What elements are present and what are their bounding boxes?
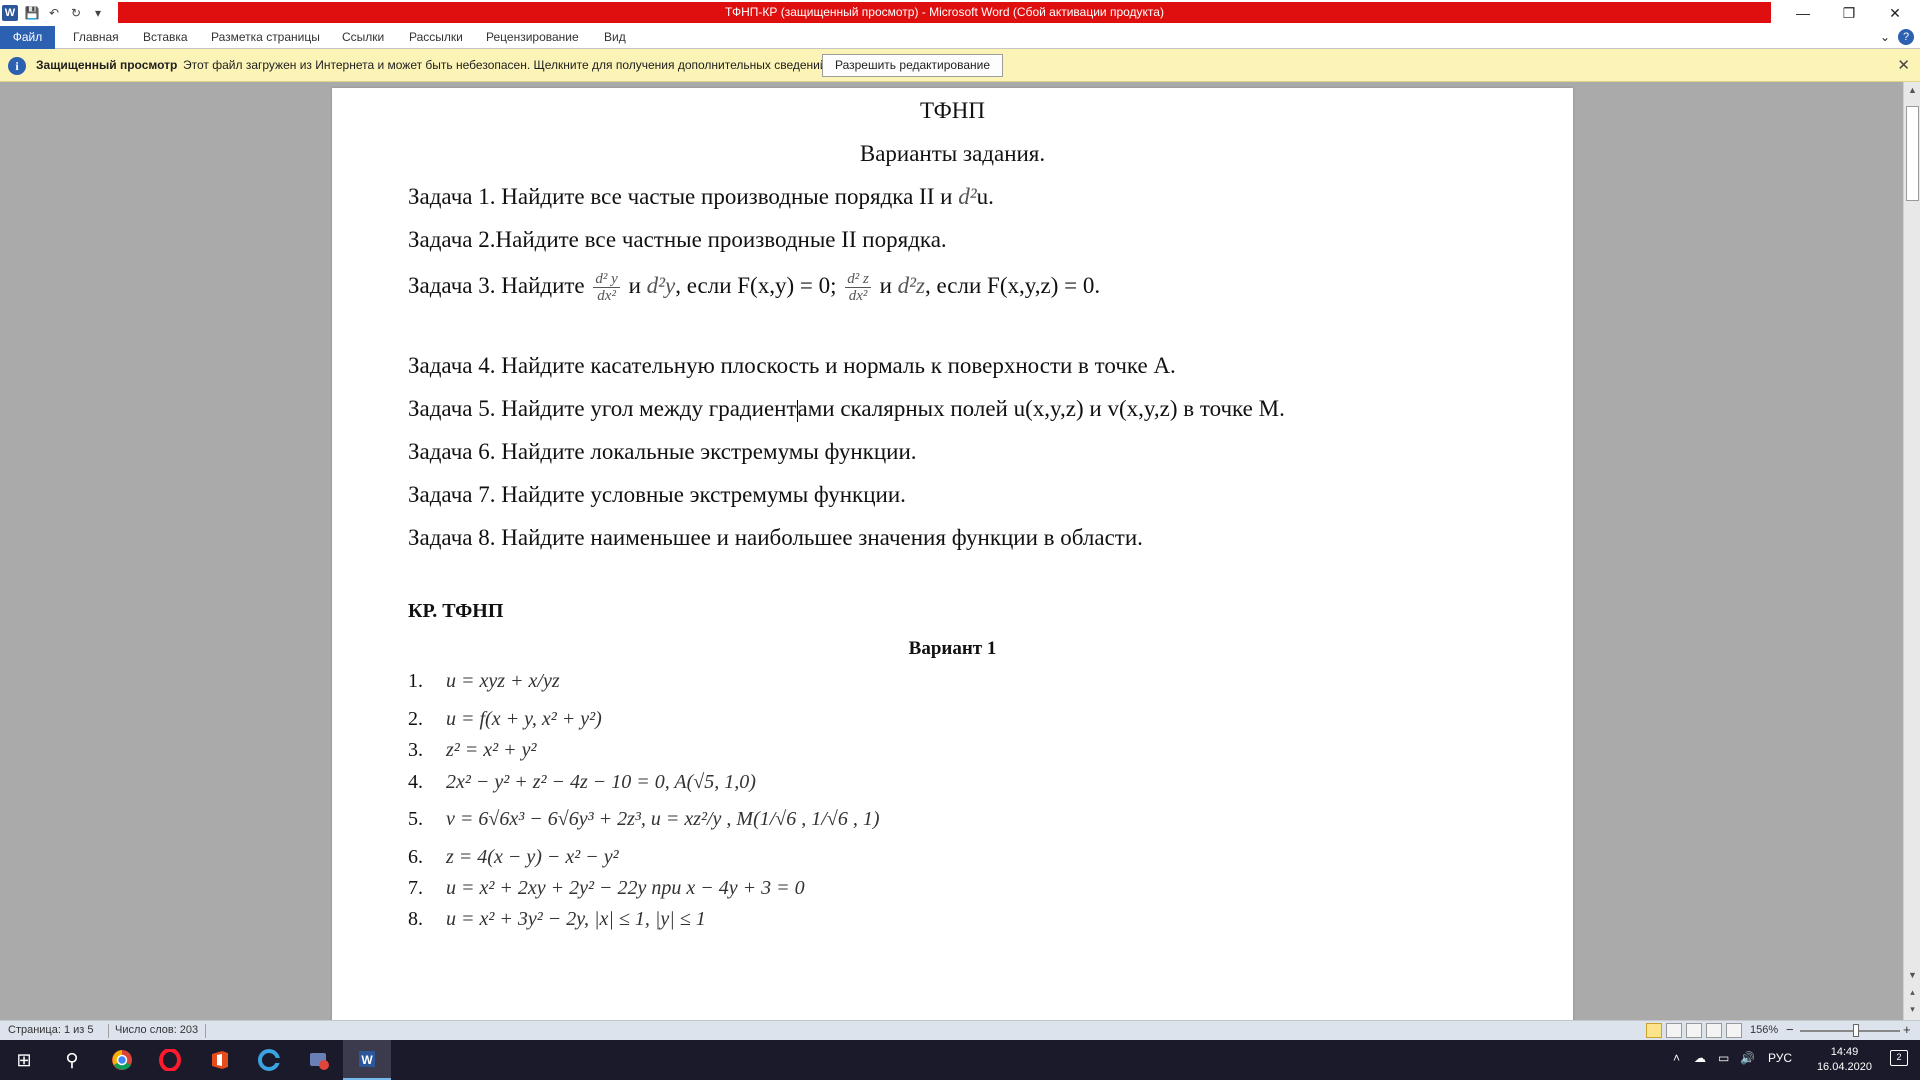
zoom-out-icon[interactable]: − [1786, 1022, 1794, 1037]
document-area[interactable]: ТФНП Варианты задания. Задача 1. Найдите… [0, 82, 1903, 1020]
next-page-icon[interactable]: ▾ [1904, 1001, 1920, 1018]
tab-file[interactable]: Файл [0, 26, 55, 49]
network-icon[interactable]: ▭ [1718, 1051, 1729, 1065]
page-count[interactable]: Страница: 1 из 5 [8, 1024, 94, 1036]
draft-view-icon[interactable] [1726, 1023, 1742, 1038]
window-title: ТФНП-КР (защищенный просмотр) - Microsof… [118, 2, 1771, 23]
prev-page-icon[interactable]: ▴ [1904, 984, 1920, 1001]
task-7: Задача 7. Найдите условные экстремумы фу… [408, 482, 906, 507]
print-layout-view-icon[interactable] [1646, 1023, 1662, 1038]
taskbar: ⊞ ⚲ W ˄ ☁ ▭ 🔊 РУС 14:49 16.04.2020 2 [0, 1040, 1920, 1080]
tab-mailings[interactable]: Рассылки [409, 26, 463, 49]
quick-access-toolbar: W 💾 ↶ ↻ ▾ [0, 2, 106, 24]
ribbon-tabs: Файл Главная Вставка Разметка страницы С… [0, 26, 1920, 49]
status-bar: Страница: 1 из 5 Число слов: 203 156% − … [0, 1020, 1920, 1040]
tab-view[interactable]: Вид [604, 26, 626, 49]
document-page[interactable]: ТФНП Варианты задания. Задача 1. Найдите… [332, 88, 1573, 1020]
zoom-slider-thumb[interactable] [1853, 1024, 1859, 1037]
chrome-icon[interactable] [98, 1040, 146, 1080]
scroll-thumb[interactable] [1906, 106, 1919, 201]
tray-chevron-icon[interactable]: ˄ [1673, 1051, 1680, 1065]
variant-item: 8. u = x² + 3y² − 2y, |x| ≤ 1, |y| ≤ 1 [408, 908, 706, 930]
vertical-scrollbar[interactable]: ▲ ▼ ▴ ▾ [1903, 82, 1920, 1020]
language-indicator[interactable]: РУС [1768, 1051, 1792, 1065]
protected-view-title: Защищенный просмотр [36, 58, 178, 72]
section-title: КР. ТФНП [408, 600, 504, 622]
title-bar: W 💾 ↶ ↻ ▾ ТФНП-КР (защищенный просмотр) … [0, 0, 1920, 26]
zoom-level[interactable]: 156% [1750, 1024, 1778, 1036]
expand-ribbon-icon[interactable]: ⌄ [1880, 30, 1890, 44]
office-icon[interactable] [196, 1040, 244, 1080]
variant-title: Вариант 1 [908, 638, 997, 659]
variant-item: 4. 2x² − y² + z² − 4z − 10 = 0, A(√5, 1,0… [408, 771, 756, 793]
notifications-icon[interactable]: 2 [1890, 1050, 1908, 1066]
task-8: Задача 8. Найдите наименьшее и наибольше… [408, 525, 1143, 550]
word-taskbar-icon[interactable]: W [343, 1040, 391, 1080]
task-4: Задача 4. Найдите касательную плоскость … [408, 353, 1176, 378]
minimize-button[interactable]: — [1780, 0, 1826, 26]
save-icon[interactable]: 💾 [24, 5, 40, 21]
task-6: Задача 6. Найдите локальные экстремумы ф… [408, 439, 917, 464]
variant-item: 3. z² = x² + y² [408, 739, 537, 761]
status-separator [108, 1024, 109, 1038]
task-1: Задача 1. Найдите все частые производные… [408, 184, 994, 209]
enable-editing-button[interactable]: Разрешить редактирование [822, 54, 1003, 77]
tab-references[interactable]: Ссылки [342, 26, 384, 49]
redo-icon[interactable]: ↻ [68, 5, 84, 21]
opera-icon[interactable] [146, 1040, 194, 1080]
task-5: Задача 5. Найдите угол между градиентами… [408, 396, 1285, 422]
outline-view-icon[interactable] [1706, 1023, 1722, 1038]
variant-item: 1. u = xyz + x/yz [408, 670, 560, 692]
word-app-icon[interactable]: W [2, 5, 18, 21]
task-3: Задача 3. Найдите d² y dx² и d²y, если F(… [408, 271, 1101, 304]
task-2: Задача 2.Найдите все частные производные… [408, 227, 947, 252]
ccleaner-icon[interactable] [245, 1040, 293, 1080]
scroll-down-icon[interactable]: ▼ [1904, 967, 1920, 984]
document-heading: ТФНП [920, 98, 985, 123]
zoom-slider[interactable] [1800, 1030, 1900, 1032]
clock[interactable]: 14:49 16.04.2020 [1817, 1045, 1872, 1075]
svg-text:W: W [361, 1053, 373, 1067]
variant-item: 6. z = 4(x − y) − x² − y² [408, 846, 619, 868]
document-subheading: Варианты задания. [859, 141, 1046, 166]
tab-review[interactable]: Рецензирование [486, 26, 579, 49]
full-screen-view-icon[interactable] [1666, 1023, 1682, 1038]
zoom-in-icon[interactable]: + [1903, 1022, 1911, 1037]
scroll-up-icon[interactable]: ▲ [1904, 82, 1920, 99]
web-layout-view-icon[interactable] [1686, 1023, 1702, 1038]
restore-button[interactable]: ❐ [1826, 0, 1872, 26]
search-icon[interactable]: ⚲ [48, 1040, 96, 1080]
close-bar-icon[interactable]: ✕ [1897, 56, 1910, 74]
variant-item: 2. u = f(x + y, x² + y²) [408, 708, 602, 730]
undo-icon[interactable]: ↶ [46, 5, 62, 21]
word-count[interactable]: Число слов: 203 [115, 1024, 198, 1036]
protected-view-message[interactable]: Этот файл загружен из Интернета и может … [183, 58, 830, 72]
start-icon[interactable]: ⊞ [0, 1040, 48, 1080]
fraction-d2z-dx2: d² z dx² [845, 271, 871, 304]
customize-qat-icon[interactable]: ▾ [90, 5, 106, 21]
close-button[interactable]: ✕ [1872, 0, 1918, 26]
tab-page-layout[interactable]: Разметка страницы [211, 26, 320, 49]
protected-view-bar: i Защищенный просмотр Этот файл загружен… [0, 49, 1920, 82]
onedrive-icon[interactable]: ☁ [1694, 1051, 1706, 1065]
tab-home[interactable]: Главная [73, 26, 119, 49]
fraction-d2y-dx2: d² y dx² [593, 271, 620, 304]
variant-item: 7. u = x² + 2xy + 2y² − 22y при x − 4y + … [408, 877, 805, 899]
volume-icon[interactable]: 🔊 [1740, 1051, 1755, 1065]
info-icon: i [8, 57, 26, 75]
help-icon[interactable]: ? [1898, 29, 1914, 45]
status-separator [205, 1024, 206, 1038]
variant-item: 5. v = 6√6x³ − 6√6y³ + 2z³, u = xz²/y , M… [408, 808, 880, 830]
screenshot-app-icon[interactable] [295, 1040, 343, 1080]
tab-insert[interactable]: Вставка [143, 26, 188, 49]
